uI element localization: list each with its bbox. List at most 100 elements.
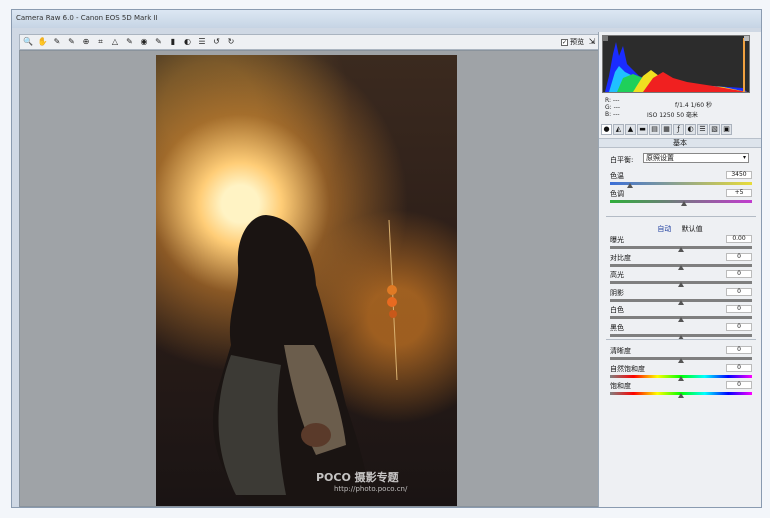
temperature-label: 色温 bbox=[610, 172, 624, 180]
highlights-thumb[interactable] bbox=[678, 282, 684, 288]
targeted-adjustment-tool-icon[interactable]: ⊕ bbox=[81, 37, 91, 47]
readout-aperture-shutter: f/1.4 1/60 秒 bbox=[675, 102, 712, 109]
toolbar: 🔍 ✋ ✎ ✎ ⊕ ⌗ △ ✎ ◉ ✎ ▮ ◐ ☰ ↺ ↻ ✓ 预览 ⇲ bbox=[19, 34, 599, 50]
crop-tool-icon[interactable]: ⌗ bbox=[96, 37, 106, 47]
contrast-value-field[interactable]: 0 bbox=[726, 252, 752, 261]
chevron-down-icon: ▾ bbox=[742, 154, 746, 161]
hand-tool-icon[interactable]: ✋ bbox=[38, 37, 48, 47]
preferences-tool-icon[interactable]: ☰ bbox=[197, 37, 207, 47]
whites-thumb[interactable] bbox=[678, 317, 684, 323]
graduated-filter-tool-icon[interactable]: ▮ bbox=[168, 37, 178, 47]
panel-tab-2[interactable]: ◭ bbox=[613, 124, 624, 135]
window-title: Camera Raw 6.0 - Canon EOS 5D Mark II bbox=[16, 14, 158, 22]
contrast-thumb[interactable] bbox=[678, 264, 684, 270]
saturation-thumb[interactable] bbox=[678, 393, 684, 399]
red-eye-tool-icon[interactable]: ◉ bbox=[139, 37, 149, 47]
highlights-value-field[interactable]: 0 bbox=[726, 270, 752, 279]
auto-button[interactable]: 自动 bbox=[657, 225, 671, 233]
white-balance-select[interactable]: 原照设置 ▾ bbox=[643, 153, 749, 163]
shadows-slider: 阴影 0 bbox=[610, 287, 752, 305]
clarity-thumb[interactable] bbox=[678, 358, 684, 363]
white-balance-tool-icon[interactable]: ✎ bbox=[52, 37, 62, 47]
histogram bbox=[602, 35, 750, 93]
temperature-value-field[interactable]: 3450 bbox=[726, 171, 752, 179]
adjustment-brush-tool-icon[interactable]: ✎ bbox=[154, 37, 164, 47]
temperature-slider: 色温 3450 bbox=[610, 171, 752, 188]
panel-tab-6[interactable]: ▦ bbox=[661, 124, 672, 135]
divider bbox=[606, 339, 756, 340]
preview-toggle[interactable]: ✓ 预览 bbox=[561, 37, 584, 47]
title-bar: Camera Raw 6.0 - Canon EOS 5D Mark II bbox=[12, 10, 761, 28]
saturation-label: 饱和度 bbox=[610, 382, 631, 391]
color-sampler-tool-icon[interactable]: ✎ bbox=[67, 37, 77, 47]
saturation-slider: 饱和度 0 bbox=[610, 381, 752, 399]
highlight-clipping-indicator[interactable] bbox=[744, 36, 749, 41]
temperature-thumb[interactable] bbox=[626, 183, 633, 188]
saturation-value-field[interactable]: 0 bbox=[726, 381, 752, 390]
straighten-tool-icon[interactable]: △ bbox=[110, 37, 120, 47]
watermark-text: POCO 摄影专题 bbox=[316, 471, 399, 484]
panel-tabs: ● ◭ ▲ ▬ ▤ ▦ ƒ ◐ ☰ ▧ ▣ bbox=[601, 124, 759, 136]
exposure-thumb[interactable] bbox=[678, 247, 684, 252]
clarity-value-field[interactable]: 0 bbox=[726, 346, 752, 354]
contrast-slider: 对比度 0 bbox=[610, 252, 752, 270]
exposure-label: 曝光 bbox=[610, 236, 624, 244]
fullscreen-icon[interactable]: ⇲ bbox=[587, 37, 597, 47]
blacks-slider: 黑色 0 bbox=[610, 323, 752, 340]
exposure-value-field[interactable]: 0.00 bbox=[726, 235, 752, 243]
panel-tab-1[interactable]: ● bbox=[601, 124, 612, 135]
shadows-value-field[interactable]: 0 bbox=[726, 287, 752, 296]
panel-tab-8[interactable]: ◐ bbox=[685, 124, 696, 135]
auto-default-row: 自动 默认值 bbox=[599, 224, 761, 234]
readout-b: B: --- bbox=[605, 111, 620, 118]
default-button[interactable]: 默认值 bbox=[682, 225, 703, 233]
whites-label: 白色 bbox=[610, 306, 624, 315]
highlights-slider: 高光 0 bbox=[610, 270, 752, 288]
preview-checkbox[interactable]: ✓ bbox=[561, 38, 568, 46]
white-balance-value: 原照设置 bbox=[646, 154, 674, 162]
blacks-value-field[interactable]: 0 bbox=[726, 323, 752, 331]
preview-canvas[interactable]: POCO 摄影专题 http://photo.poco.cn/ bbox=[19, 50, 599, 507]
panel-tab-3[interactable]: ▲ bbox=[625, 124, 636, 135]
panel-tab-11[interactable]: ▣ bbox=[721, 124, 732, 135]
camera-readout: R: --- G: --- B: --- f/1.4 1/60 秒 ISO 12… bbox=[603, 97, 753, 119]
panel-tab-5[interactable]: ▤ bbox=[649, 124, 660, 135]
preview-photo: POCO 摄影专题 http://photo.poco.cn/ bbox=[156, 55, 457, 506]
divider bbox=[606, 216, 756, 217]
clarity-slider: 清晰度 0 bbox=[610, 346, 752, 363]
section-title: 基本 bbox=[599, 138, 761, 148]
panel-tab-7[interactable]: ƒ bbox=[673, 124, 684, 135]
whites-value-field[interactable]: 0 bbox=[726, 305, 752, 314]
open-preferences-tool-icon[interactable]: ◐ bbox=[183, 37, 193, 47]
whites-slider: 白色 0 bbox=[610, 305, 752, 323]
readout-iso-lens: ISO 1250 50 毫米 bbox=[647, 112, 698, 119]
readout-r: R: --- bbox=[605, 97, 620, 104]
preview-label: 预览 bbox=[570, 38, 584, 46]
tint-label: 色调 bbox=[610, 190, 624, 198]
rotate-ccw-tool-icon[interactable]: ↺ bbox=[212, 37, 222, 47]
panel-tab-9[interactable]: ☰ bbox=[697, 124, 708, 135]
contrast-label: 对比度 bbox=[610, 253, 631, 262]
rotate-cw-tool-icon[interactable]: ↻ bbox=[226, 37, 236, 47]
tint-value-field[interactable]: +5 bbox=[726, 189, 752, 197]
clarity-label: 清晰度 bbox=[610, 347, 631, 355]
spot-removal-tool-icon[interactable]: ✎ bbox=[125, 37, 135, 47]
panel-tab-10[interactable]: ▧ bbox=[709, 124, 720, 135]
vibrance-slider: 自然饱和度 0 bbox=[610, 363, 752, 381]
vibrance-value-field[interactable]: 0 bbox=[726, 363, 752, 372]
tint-thumb[interactable] bbox=[680, 201, 687, 206]
watermark-url: http://photo.poco.cn/ bbox=[334, 485, 408, 493]
candied-fruit-skewer bbox=[387, 220, 398, 380]
zoom-tool-icon[interactable]: 🔍 bbox=[23, 37, 33, 47]
vibrance-thumb[interactable] bbox=[678, 375, 684, 381]
portrait-silhouette bbox=[212, 215, 371, 506]
shadow-clipping-indicator[interactable] bbox=[603, 36, 608, 41]
readout-g: G: --- bbox=[605, 104, 621, 111]
tint-slider: 色调 +5 bbox=[610, 189, 752, 206]
screenshot-frame: Camera Raw 6.0 - Canon EOS 5D Mark II 🔍 ✋… bbox=[0, 0, 770, 518]
blacks-label: 黑色 bbox=[610, 324, 624, 332]
panel-tab-4[interactable]: ▬ bbox=[637, 124, 648, 135]
shadows-thumb[interactable] bbox=[678, 299, 684, 305]
adjustment-panel: R: --- G: --- B: --- f/1.4 1/60 秒 ISO 12… bbox=[598, 32, 761, 507]
histogram-graph bbox=[605, 38, 747, 92]
